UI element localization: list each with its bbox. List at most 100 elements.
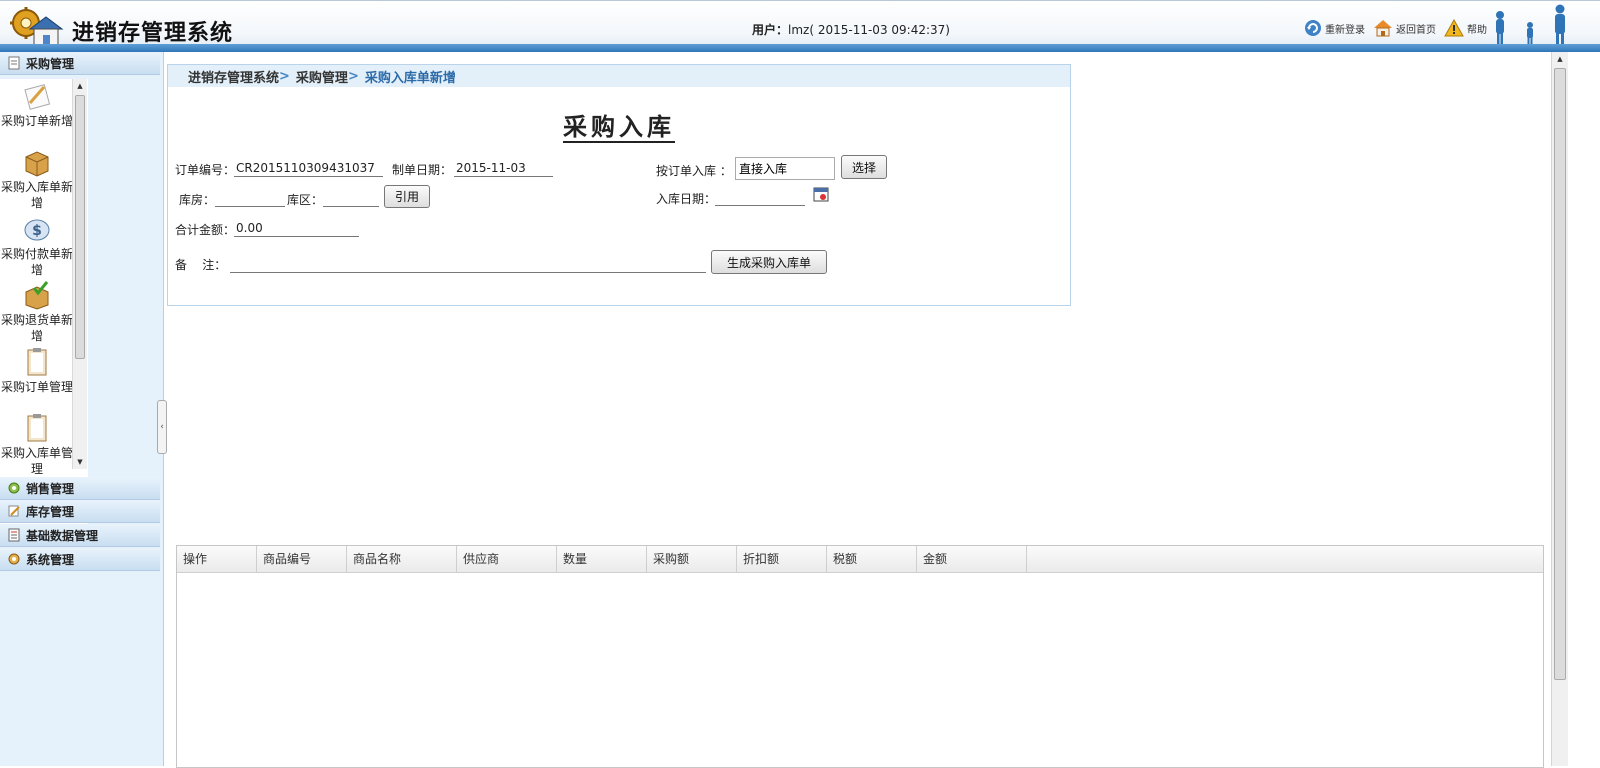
sidebar-section-label: 库存管理 bbox=[26, 504, 75, 519]
sidebar-list-scrollbar[interactable]: ▲ ▼ bbox=[72, 79, 87, 469]
sidebar-section-basic-data[interactable]: 基础数据管理 bbox=[0, 524, 160, 547]
gear-icon bbox=[8, 553, 20, 565]
sidebar-item-label: 采购入库单管理 bbox=[0, 446, 73, 476]
relogin-link[interactable]: 重新登录 bbox=[1304, 19, 1365, 37]
sidebar-item-label: 采购付款单新增 bbox=[0, 247, 73, 277]
home-link[interactable]: 返回首页 bbox=[1373, 19, 1436, 37]
dollar-icon: $ bbox=[24, 219, 50, 241]
total-amount-label: 合计金额： bbox=[175, 223, 236, 237]
refresh-icon bbox=[1305, 20, 1321, 36]
order-no-label: 订单编号： bbox=[175, 163, 236, 177]
grid-header-cell[interactable]: 商品名称 bbox=[347, 546, 457, 572]
sidebar-section-inventory[interactable]: 库存管理 bbox=[0, 500, 160, 523]
sidebar-item-label: 采购退货单新增 bbox=[0, 313, 73, 343]
breadcrumb-parent[interactable]: 采购管理 bbox=[296, 67, 348, 86]
relogin-label: 重新登录 bbox=[1325, 24, 1365, 36]
sidebar-section-label: 系统管理 bbox=[26, 552, 75, 567]
people-silhouettes-icon bbox=[1496, 4, 1565, 44]
grid-header-cell[interactable]: 采购额 bbox=[647, 546, 737, 572]
sidebar-item-purchase-inbound-new[interactable]: 采购入库单新增 bbox=[0, 147, 74, 211]
total-amount-field[interactable] bbox=[234, 219, 359, 237]
clipboard-icon bbox=[27, 348, 47, 376]
sidebar-item-purchase-payment-new[interactable]: $ 采购付款单新增 bbox=[0, 214, 74, 278]
box-check-icon bbox=[25, 281, 49, 310]
grid-header: 操作 商品编号 商品名称 供应商 数量 采购额 折扣额 税额 金额 bbox=[177, 546, 1543, 573]
sidebar-item-label: 采购订单管理 bbox=[0, 380, 73, 394]
clipboard-icon bbox=[27, 414, 47, 442]
sidebar-item-purchase-order-new[interactable]: 采购订单新增 bbox=[0, 81, 74, 129]
main-scroll-track[interactable]: ▲ bbox=[1552, 52, 1568, 766]
header-accent-bar bbox=[0, 44, 1600, 52]
scrollbar-thumb[interactable] bbox=[1554, 68, 1566, 680]
zone-label: 库区： bbox=[287, 193, 324, 207]
remark-label: 备 注： bbox=[175, 258, 227, 272]
help-link[interactable]: 帮助 bbox=[1444, 19, 1487, 37]
sidebar-section-label: 采购管理 bbox=[26, 56, 75, 71]
calendar-icon[interactable] bbox=[813, 186, 829, 202]
scrollbar-thumb[interactable] bbox=[75, 95, 85, 359]
sidebar-section-label: 基础数据管理 bbox=[26, 528, 99, 543]
inbound-form: 采购入库 订单编号： 制单日期： 按订单入库 ： 选择 库房： 库区： 引用 入… bbox=[167, 87, 1071, 306]
breadcrumb: 进销存管理系统 > 采购管理 > 采购入库单新增 bbox=[167, 64, 1071, 88]
gear-chart-icon bbox=[8, 482, 20, 494]
sidebar-item-purchase-return-new[interactable]: 采购退货单新增 bbox=[0, 280, 74, 344]
document-icon bbox=[8, 528, 20, 542]
grid-header-cell[interactable]: 金额 bbox=[917, 546, 1027, 572]
sidebar-item-label: 采购订单新增 bbox=[0, 114, 73, 128]
notepad-icon bbox=[8, 56, 20, 70]
grid-header-cell[interactable]: 供应商 bbox=[457, 546, 557, 572]
form-title: 采购入库 bbox=[563, 112, 675, 143]
by-order-field[interactable] bbox=[735, 157, 835, 180]
pencil-paper-icon bbox=[24, 84, 51, 110]
grid-header-cell[interactable]: 折扣额 bbox=[737, 546, 827, 572]
top-links: 重新登录 返回首页 帮助 bbox=[1304, 17, 1487, 39]
sidebar-item-purchase-inbound-manage[interactable]: 采购入库单管理 bbox=[0, 413, 74, 477]
breadcrumb-separator: > bbox=[279, 68, 290, 84]
sidebar-item-purchase-order-manage[interactable]: 采购订单管理 bbox=[0, 347, 74, 395]
quote-button[interactable]: 引用 bbox=[384, 185, 430, 208]
warehouse-field[interactable] bbox=[215, 189, 285, 207]
in-date-field[interactable] bbox=[715, 188, 805, 206]
user-info: 用户：lmz( 2015-11-03 09:42:37) bbox=[752, 21, 950, 38]
pencil-icon bbox=[8, 505, 20, 517]
remark-field[interactable] bbox=[230, 255, 706, 273]
generate-inbound-button[interactable]: 生成采购入库单 bbox=[711, 250, 827, 274]
sidebar-section-system[interactable]: 系统管理 bbox=[0, 548, 160, 571]
house-gear-logo-icon bbox=[10, 7, 64, 47]
select-button[interactable]: 选择 bbox=[841, 155, 887, 179]
sidebar-item-label: 采购入库单新增 bbox=[0, 180, 73, 210]
sidebar-section-sales[interactable]: 销售管理 bbox=[0, 477, 160, 500]
scroll-up-arrow-icon[interactable]: ▲ bbox=[1552, 52, 1568, 66]
grid-header-cell[interactable]: 数量 bbox=[557, 546, 647, 572]
sidebar-collapse-handle[interactable]: ‹ bbox=[157, 400, 167, 454]
sidebar: 采购管理 采购订单新增 采购入库单新增 $ 采购付款单新增 采购退货单新增 采购… bbox=[0, 52, 164, 766]
box-icon bbox=[25, 151, 49, 177]
breadcrumb-separator: > bbox=[347, 68, 359, 84]
breadcrumb-current: 采购入库单新增 bbox=[364, 70, 456, 86]
app-header: 进销存管理系统 用户：lmz( 2015-11-03 09:42:37) 重新登… bbox=[0, 0, 1600, 49]
main-scrollbar[interactable]: ▲ bbox=[1551, 52, 1568, 766]
zone-field[interactable] bbox=[323, 189, 379, 207]
svg-text:$: $ bbox=[32, 223, 42, 239]
scroll-down-arrow-icon[interactable]: ▼ bbox=[73, 455, 87, 469]
home-icon bbox=[1374, 20, 1392, 37]
warning-icon bbox=[1444, 19, 1464, 37]
user-label: 用户： bbox=[752, 23, 789, 37]
in-date-label: 入库日期： bbox=[656, 192, 717, 206]
help-label: 帮助 bbox=[1467, 24, 1487, 36]
sidebar-section-purchase[interactable]: 采购管理 bbox=[0, 52, 160, 75]
made-date-field[interactable] bbox=[454, 159, 553, 177]
items-grid: 操作 商品编号 商品名称 供应商 数量 采购额 折扣额 税额 金额 bbox=[176, 545, 1544, 768]
app-title: 进销存管理系统 bbox=[72, 21, 234, 46]
grid-header-cell[interactable]: 税额 bbox=[827, 546, 917, 572]
scroll-up-arrow-icon[interactable]: ▲ bbox=[73, 79, 87, 93]
by-order-label: 按订单入库 ： bbox=[656, 164, 732, 178]
grid-header-cell[interactable]: 商品编号 bbox=[257, 546, 347, 572]
grid-header-cell[interactable]: 操作 bbox=[177, 546, 257, 572]
breadcrumb-root[interactable]: 进销存管理系统 bbox=[188, 67, 279, 86]
warehouse-label: 库房： bbox=[179, 193, 216, 207]
order-no-field[interactable] bbox=[234, 159, 383, 177]
sidebar-section-label: 销售管理 bbox=[26, 481, 75, 496]
user-value: lmz( 2015-11-03 09:42:37) bbox=[788, 23, 950, 37]
made-date-label: 制单日期： bbox=[392, 163, 453, 177]
